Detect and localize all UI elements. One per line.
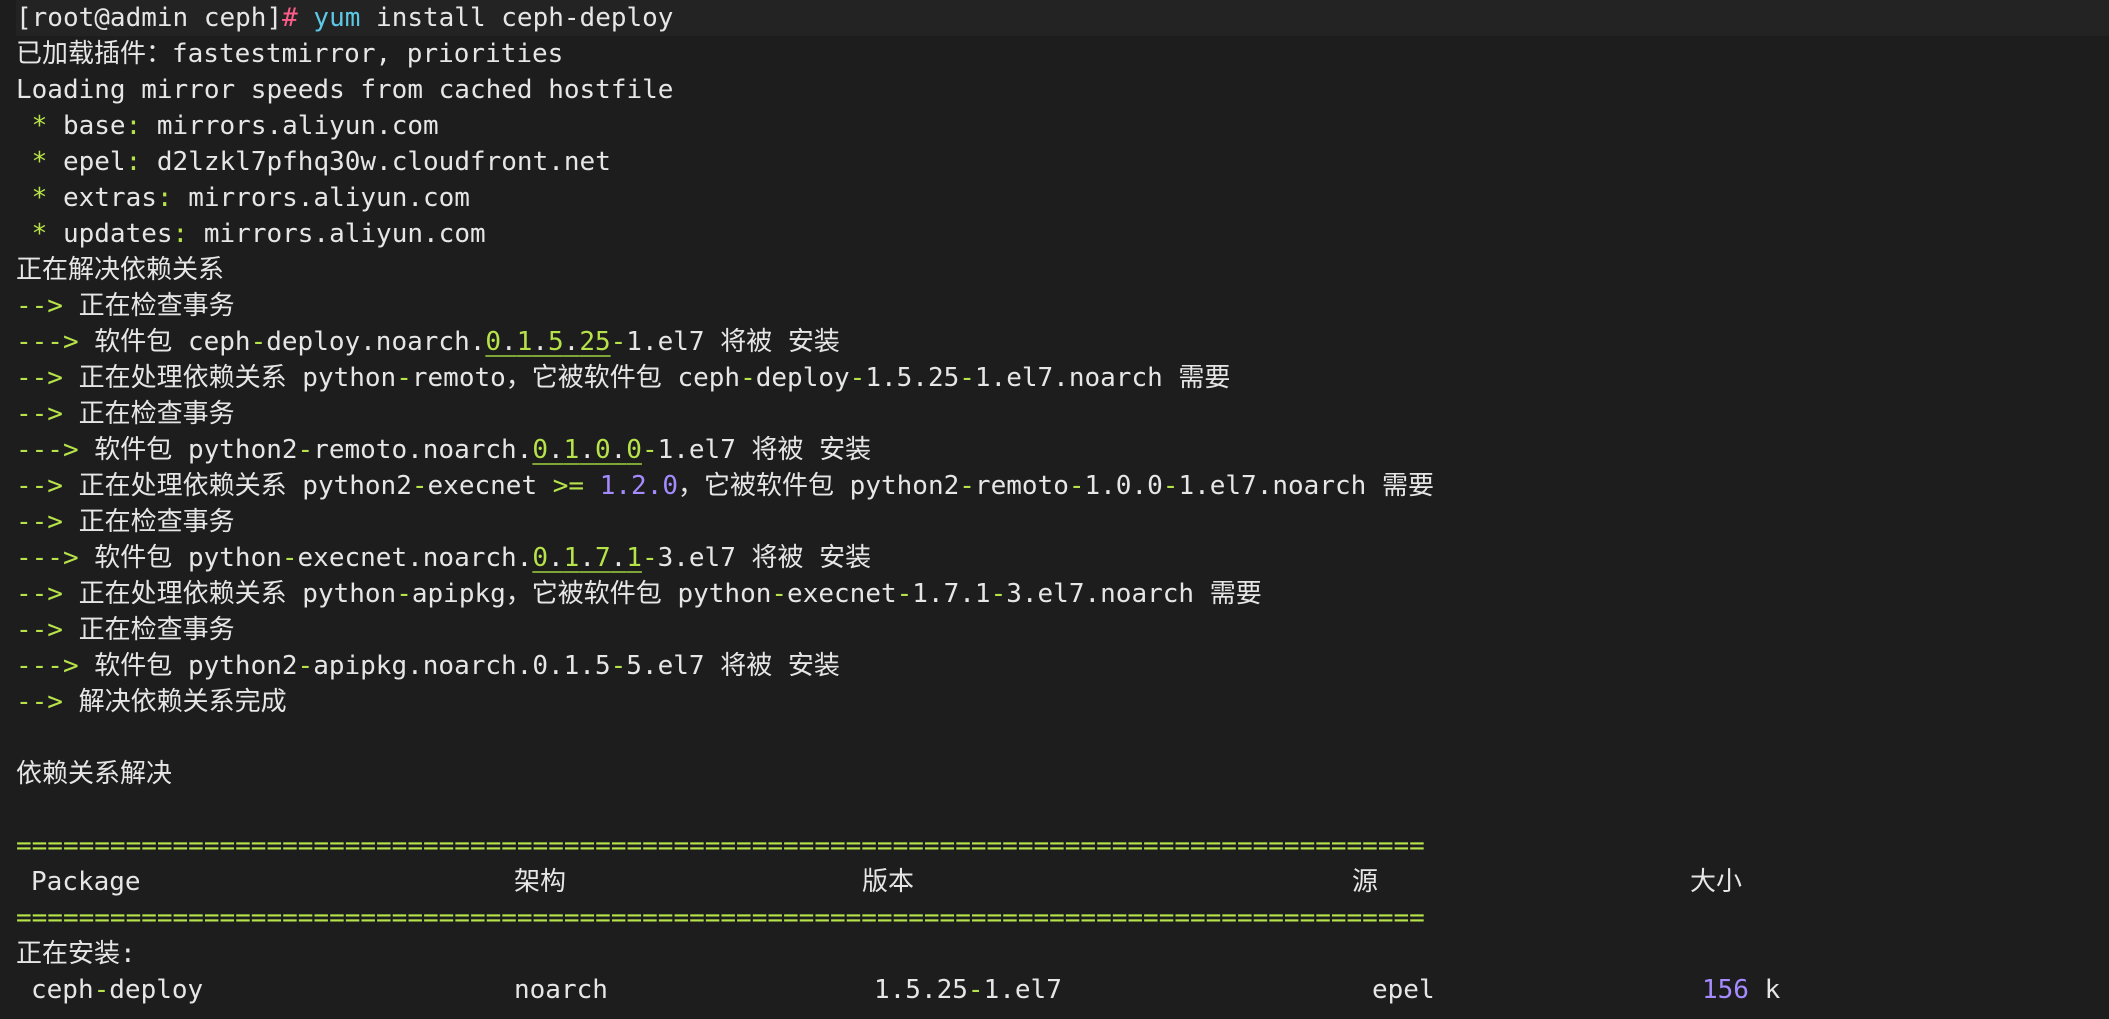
header-arch: 架构 (514, 867, 567, 897)
checking-line: --> 正在检查事务 (16, 291, 235, 321)
header-package: Package (31, 867, 141, 897)
mirror-url: mirrors.aliyun.com (203, 219, 486, 249)
mirror-url: mirrors.aliyun.com (156, 111, 439, 141)
mirror-name: extras (62, 183, 157, 213)
prompt-user-host: [root@admin ceph] (16, 3, 283, 33)
dependency-line: --> 正在处理依赖关系 python-remoto，它被软件包 ceph-de… (16, 363, 1231, 393)
dependency-line: --> 正在处理依赖关系 python2-execnet >= 1.2.0，它被… (16, 471, 1434, 501)
plugins-line: 已加载插件：fastestmirror, priorities (16, 39, 564, 69)
mirror-line: * epel: d2lzkl7pfhq30w.cloudfront.net (31, 147, 611, 177)
loading-line: Loading mirror speeds from cached hostfi… (16, 75, 674, 105)
command-name: yum (313, 3, 361, 33)
row-version: 1.5.25-1.el7 (874, 975, 1062, 1005)
table-separator: ========================================… (16, 903, 1425, 933)
command-line: [root@admin ceph]# yum install ceph-depl… (16, 0, 2109, 36)
checking-line: --> 正在检查事务 (16, 507, 235, 537)
command-args: install ceph-deploy (360, 3, 674, 33)
resolve-done-line: --> 解决依赖关系完成 (16, 687, 287, 717)
package-line: ---> 软件包 python2-apipkg.noarch.0.1.5-5.e… (16, 651, 840, 681)
mirror-line: * base: mirrors.aliyun.com (31, 111, 439, 141)
row-arch: noarch (514, 975, 608, 1005)
mirror-line: * updates: mirrors.aliyun.com (31, 219, 486, 249)
table-separator: ========================================… (16, 831, 1425, 861)
header-repo: 源 (1352, 867, 1379, 897)
row-repo: epel (1372, 975, 1435, 1005)
mirror-url: d2lzkl7pfhq30w.cloudfront.net (156, 147, 611, 177)
row-package: ceph-deploy (31, 975, 204, 1005)
resolving-line: 正在解决依赖关系 (16, 255, 225, 285)
header-size: 大小 (1690, 867, 1743, 897)
dependency-line: --> 正在处理依赖关系 python-apipkg，它被软件包 python-… (16, 579, 1262, 609)
resolved-line: 依赖关系解决 (16, 759, 173, 789)
package-line: ---> 软件包 python2-remoto.noarch.0.1.0.0-1… (16, 435, 872, 465)
table-row: ceph-deploy noarch 1.5.25-1.el7 epel 156… (16, 972, 2109, 1008)
header-version: 版本 (862, 867, 915, 897)
checking-line: --> 正在检查事务 (16, 399, 235, 429)
package-line: ---> 软件包 ceph-deploy.noarch.0.1.5.25-1.e… (16, 327, 840, 357)
table-header: Package 架构 版本 源 大小 (16, 864, 2109, 900)
package-line: ---> 软件包 python-execnet.noarch.0.1.7.1-3… (16, 543, 872, 573)
mirror-name: updates (62, 219, 173, 249)
mirror-name: epel (62, 147, 126, 177)
checking-line: --> 正在检查事务 (16, 615, 235, 645)
prompt-symbol: # (282, 3, 298, 33)
installing-label: 正在安装: (16, 939, 136, 969)
mirror-url: mirrors.aliyun.com (188, 183, 470, 213)
terminal-window[interactable]: [root@admin ceph]# yum install ceph-depl… (0, 0, 2109, 1019)
mirror-line: * extras: mirrors.aliyun.com (31, 183, 470, 213)
row-size: 156 k (1702, 975, 1781, 1005)
mirror-name: base (62, 111, 126, 141)
